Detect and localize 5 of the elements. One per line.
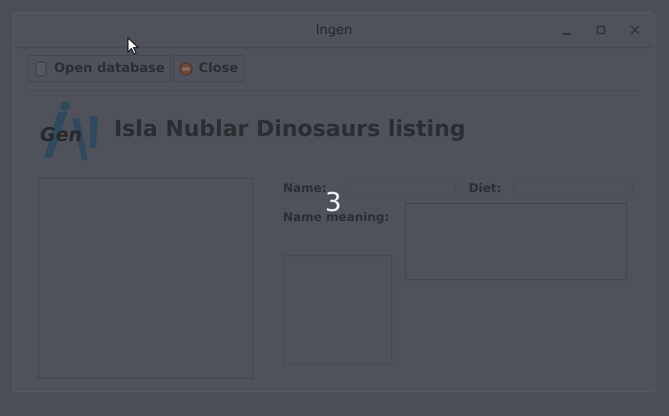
maximize-icon bbox=[596, 25, 606, 35]
close-icon bbox=[630, 25, 640, 35]
pointer-icon bbox=[127, 37, 139, 55]
database-icon bbox=[34, 60, 48, 76]
stop-icon bbox=[178, 62, 193, 76]
